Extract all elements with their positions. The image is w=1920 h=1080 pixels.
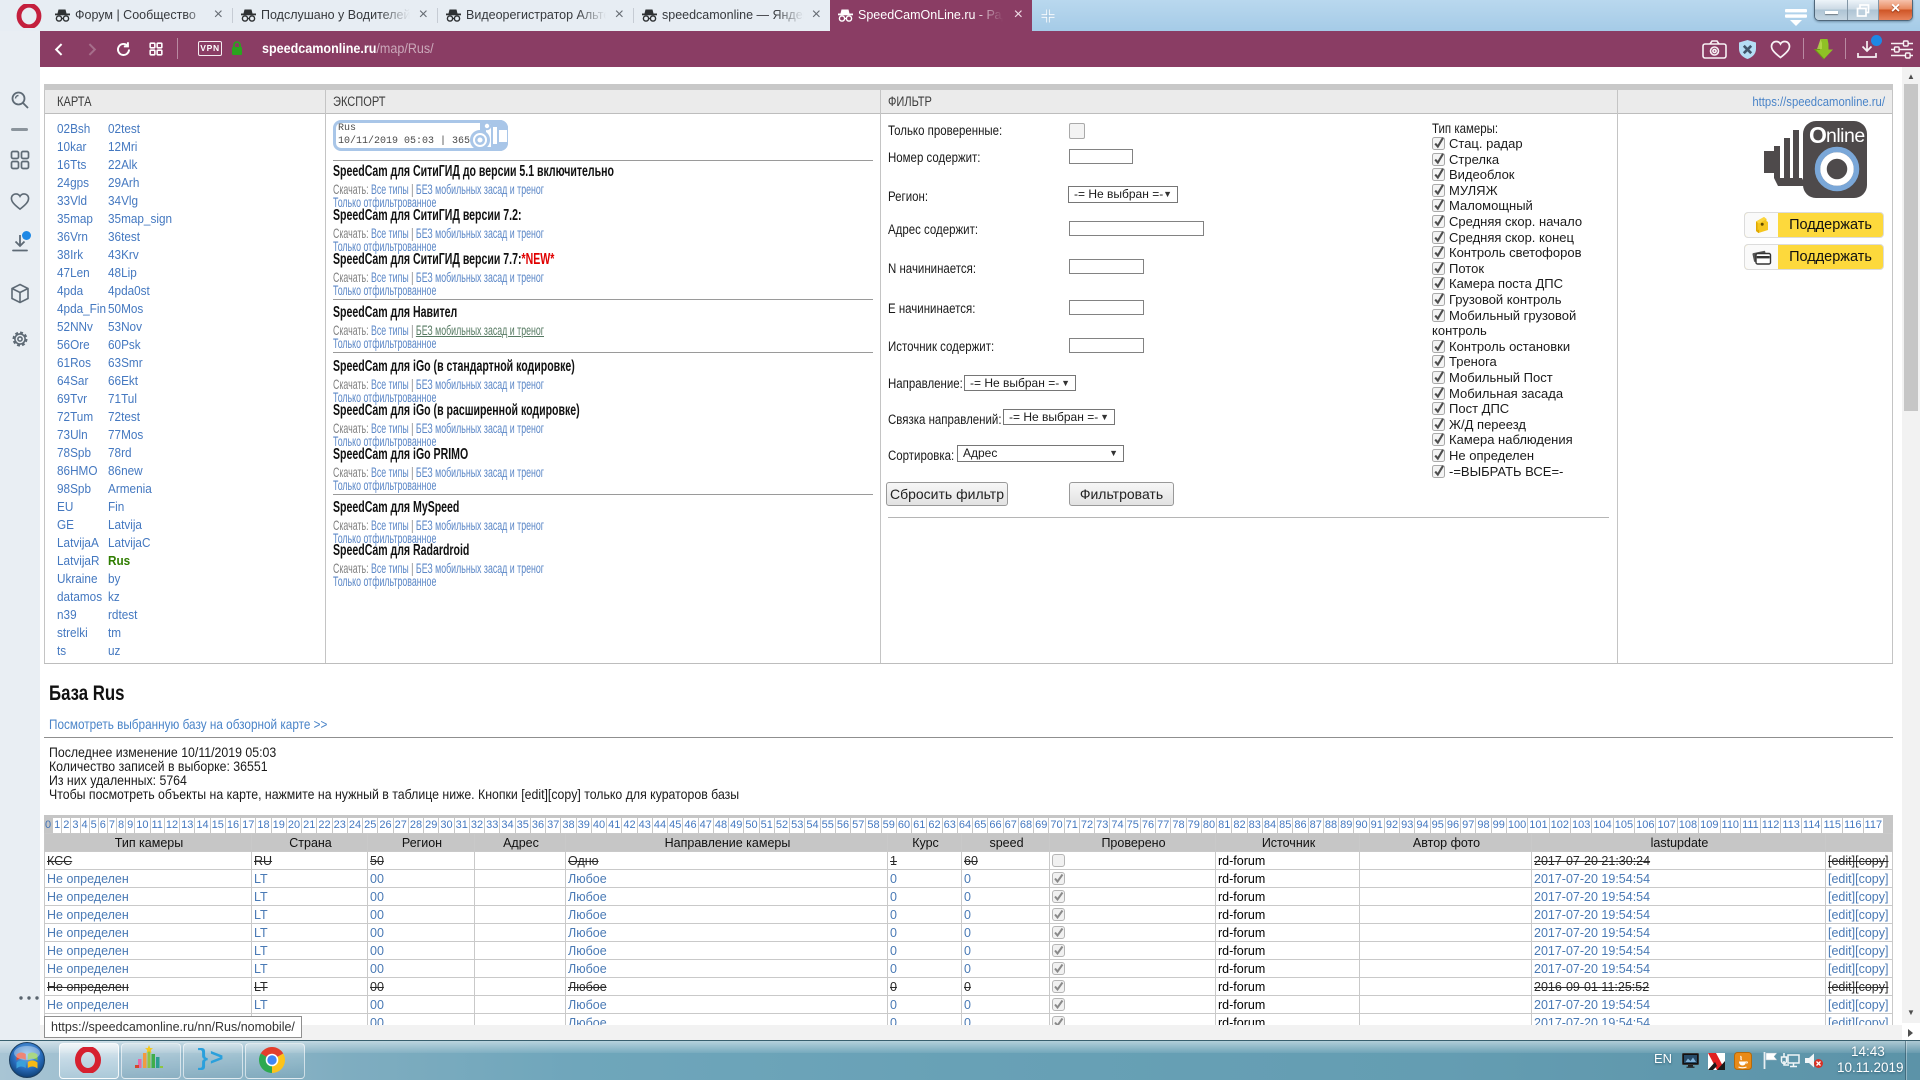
svg-text:nline: nline	[1826, 125, 1865, 147]
svg-text:O: O	[1809, 122, 1827, 148]
